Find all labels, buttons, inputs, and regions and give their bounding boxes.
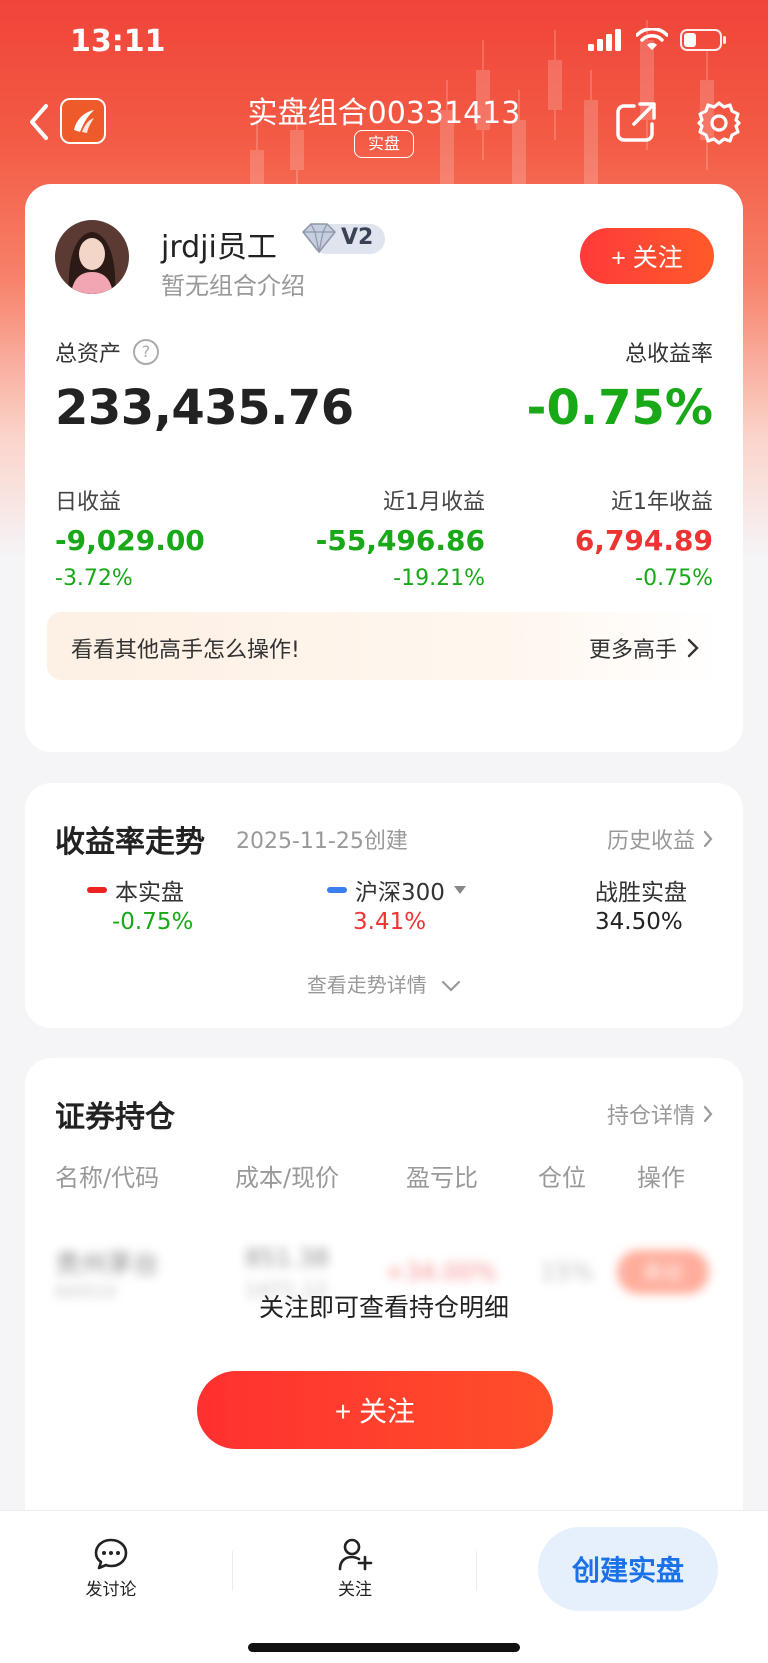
follow-button[interactable]: + 关注 — [580, 228, 714, 284]
legend-this-portfolio: 本实盘 — [87, 873, 184, 907]
divider — [476, 1551, 477, 1591]
follow-to-view-button[interactable]: + 关注 — [197, 1371, 553, 1449]
legend-this-portfolio-value: -0.75% — [112, 909, 194, 935]
history-return-label: 历史收益 — [606, 829, 695, 854]
holdings-detail-link[interactable]: 持仓详情 — [607, 1098, 713, 1130]
holding-cost: 851.38 — [245, 1244, 329, 1272]
promo-banner[interactable]: 看看其他高手怎么操作! 更多高手 — [47, 612, 723, 680]
battery-icon — [680, 29, 726, 51]
portfolio-summary-card: jrdji员工 V2 暂无组合介绍 + 关注 总资产 ? 总收益率 233,43… — [25, 184, 743, 752]
more-experts-label: 更多高手 — [588, 638, 677, 663]
legend-benchmark-label: 沪深300 — [355, 880, 445, 906]
follow-to-view-text: 关注即可查看持仓明细 — [258, 1293, 509, 1322]
username: jrdji员工 — [161, 230, 277, 265]
daily-return-label: 日收益 — [55, 490, 122, 515]
legend-beat-label: 战胜实盘 — [595, 880, 687, 906]
back-icon[interactable] — [24, 100, 54, 144]
daily-return-pct: -3.72% — [55, 566, 133, 591]
col-header-action: 操作 — [637, 1164, 685, 1192]
total-assets-label-row: 总资产 ? — [55, 336, 160, 368]
add-user-icon — [338, 1538, 373, 1571]
chevron-right-icon — [703, 830, 713, 848]
status-icons — [588, 28, 728, 52]
holding-position: 15% — [540, 1258, 594, 1286]
red-dash-icon — [87, 887, 107, 893]
help-icon[interactable]: ? — [133, 339, 160, 365]
discuss-tab[interactable]: 发讨论 — [61, 1537, 161, 1600]
bottom-action-bar: 发讨论 关注 创建实盘 — [0, 1510, 768, 1663]
home-indicator — [248, 1643, 520, 1652]
year-return-label: 近1年收益 — [611, 490, 713, 515]
page-title: 实盘组合00331413 — [247, 96, 521, 131]
trend-created-date: 2025-11-25创建 — [236, 829, 408, 854]
wifi-icon — [636, 28, 668, 50]
vip-level-text: V2 — [341, 225, 374, 250]
trend-details-toggle[interactable]: 查看走势详情 — [25, 969, 743, 998]
holdings-detail-label: 持仓详情 — [606, 1104, 695, 1129]
col-header-position: 仓位 — [538, 1164, 586, 1192]
holding-pnl: +34.00% — [385, 1258, 497, 1286]
daily-return-value: -9,029.00 — [55, 524, 205, 557]
follow-tab[interactable]: 关注 — [305, 1537, 405, 1600]
year-return-value: 6,794.89 — [574, 524, 713, 557]
col-header-pnl: 盈亏比 — [406, 1164, 478, 1192]
col-header-name: 名称/代码 — [55, 1164, 160, 1192]
total-return-value: -0.75% — [526, 380, 713, 436]
holding-name: 贵州茅台 — [55, 1250, 160, 1280]
share-icon[interactable] — [614, 100, 658, 144]
total-assets-label: 总资产 — [55, 342, 122, 367]
month-return-pct: -19.21% — [393, 566, 485, 591]
gear-icon[interactable] — [696, 100, 742, 146]
col-header-cost: 成本/现价 — [235, 1164, 340, 1192]
status-time: 13:11 — [70, 24, 166, 59]
blue-dash-icon — [327, 887, 347, 893]
legend-this-portfolio-label: 本实盘 — [115, 880, 184, 906]
discuss-label: 发讨论 — [85, 1580, 137, 1600]
vip-level-badge: V2 — [301, 222, 385, 256]
caret-down-icon — [453, 886, 466, 894]
month-return-value: -55,496.86 — [315, 524, 485, 557]
promo-text: 看看其他高手怎么操作! — [71, 638, 300, 663]
month-return-label: 近1月收益 — [383, 490, 485, 515]
chat-bubble-icon — [94, 1538, 128, 1570]
create-portfolio-button[interactable]: 创建实盘 — [538, 1527, 718, 1611]
legend-benchmark-value: 3.41% — [353, 909, 427, 935]
holdings-card: 证券持仓 持仓详情 名称/代码 成本/现价 盈亏比 仓位 操作 贵州茅台 600… — [25, 1058, 743, 1538]
portfolio-intro: 暂无组合介绍 — [161, 272, 305, 300]
signal-icon — [588, 29, 621, 51]
chevron-right-icon — [687, 638, 699, 658]
trend-details-label: 查看走势详情 — [306, 973, 427, 997]
chevron-right-icon — [703, 1105, 713, 1123]
trend-title: 收益率走势 — [55, 825, 205, 860]
more-experts-link[interactable]: 更多高手 — [589, 632, 699, 664]
chevron-down-icon — [442, 980, 461, 992]
app-logo-icon — [60, 98, 106, 144]
real-badge: 实盘 — [354, 130, 414, 158]
divider — [232, 1551, 233, 1591]
history-return-link[interactable]: 历史收益 — [607, 823, 713, 855]
total-return-label: 总收益率 — [624, 342, 713, 367]
year-return-pct: -0.75% — [635, 566, 713, 591]
legend-benchmark[interactable]: 沪深300 — [327, 873, 467, 907]
follow-tab-label: 关注 — [338, 1580, 372, 1600]
return-trend-card: 收益率走势 2025-11-25创建 历史收益 本实盘 -0.75% 沪深300… — [25, 783, 743, 1028]
total-assets-value: 233,435.76 — [55, 380, 354, 436]
holdings-title: 证券持仓 — [55, 1100, 175, 1135]
avatar[interactable] — [55, 220, 129, 294]
legend-beat-value: 34.50% — [595, 909, 683, 935]
